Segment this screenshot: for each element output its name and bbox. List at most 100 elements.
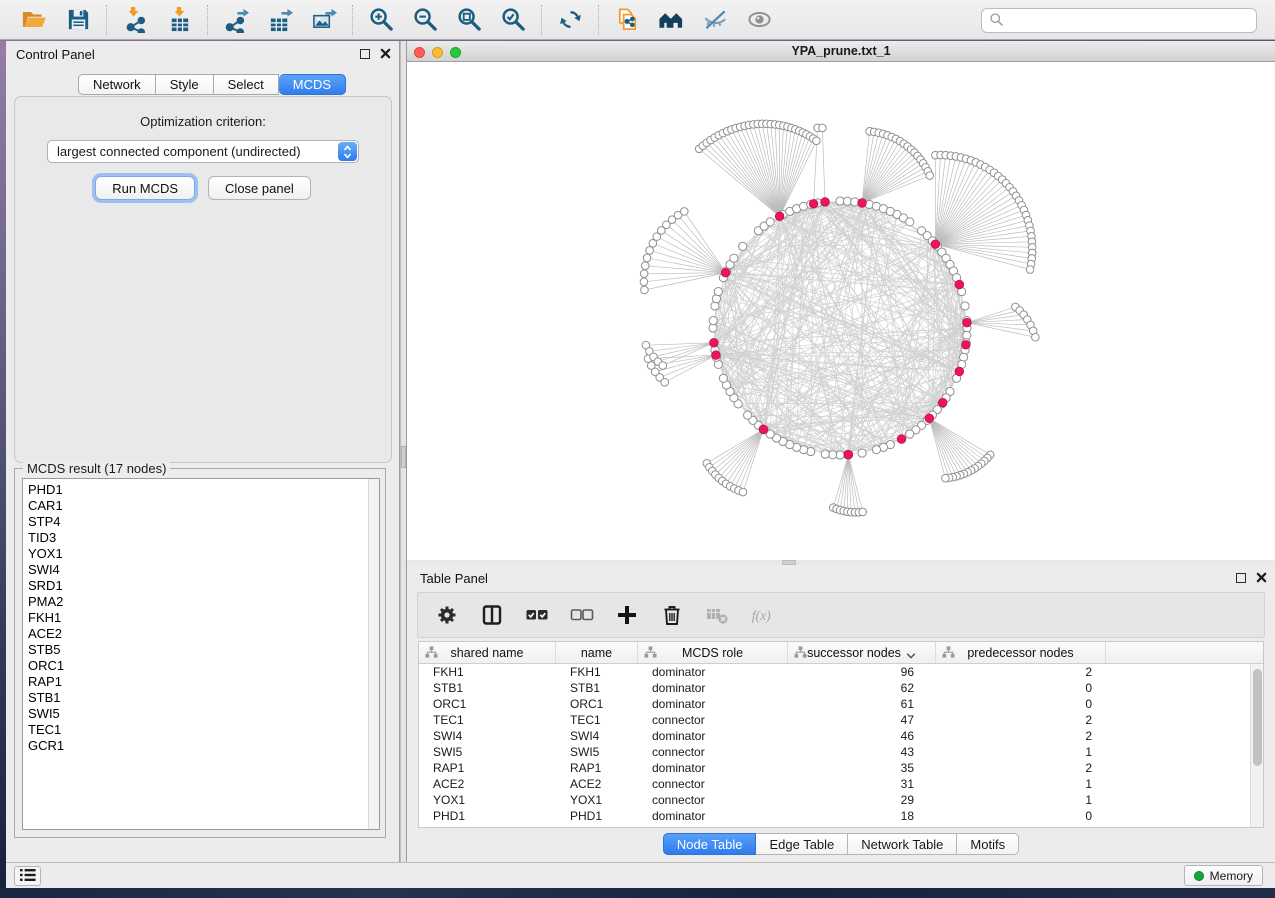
table-row[interactable]: ORC1ORC1dominator610: [419, 696, 1263, 712]
export-image-icon[interactable]: [306, 4, 342, 36]
table-cell: dominator: [638, 760, 788, 776]
mcds-result-item[interactable]: SWI5: [28, 706, 379, 722]
mcds-list-scrollbar[interactable]: [368, 479, 379, 829]
close-panel-button[interactable]: Close panel: [208, 176, 311, 200]
table-cell: 18: [788, 808, 936, 824]
hide-selected-icon[interactable]: [697, 4, 733, 36]
deselect-all-icon[interactable]: [567, 600, 597, 630]
run-mcds-button[interactable]: Run MCDS: [95, 176, 195, 200]
table-row[interactable]: YOX1YOX1connector291: [419, 792, 1263, 808]
mcds-options-card: Optimization criterion: largest connecte…: [14, 96, 392, 463]
column-header-MCDS-role[interactable]: MCDS role: [638, 642, 788, 663]
table-cell: 1: [936, 776, 1106, 792]
table-cell: STB1: [419, 680, 556, 696]
tab-select[interactable]: Select: [214, 74, 279, 95]
mcds-result-item[interactable]: FKH1: [28, 610, 379, 626]
list-icon: [20, 868, 36, 885]
mcds-result-item[interactable]: SRD1: [28, 578, 379, 594]
tab-style[interactable]: Style: [156, 74, 214, 95]
optimization-criterion-select[interactable]: largest connected component (undirected): [47, 140, 359, 163]
zoom-selected-icon[interactable]: [495, 4, 531, 36]
mcds-result-item[interactable]: CAR1: [28, 498, 379, 514]
tab-mcds[interactable]: MCDS: [279, 74, 346, 95]
mcds-result-item[interactable]: STB1: [28, 690, 379, 706]
search-box[interactable]: [981, 8, 1257, 33]
zoom-fit-icon[interactable]: [451, 4, 487, 36]
mcds-result-item[interactable]: ORC1: [28, 658, 379, 674]
vertical-splitter-handle[interactable]: [401, 446, 406, 468]
search-icon: [989, 12, 1004, 30]
column-header-shared-name[interactable]: shared name: [419, 642, 556, 663]
search-input[interactable]: [1004, 11, 1256, 31]
table-cell: connector: [638, 792, 788, 808]
node-table-scrollbar[interactable]: [1250, 664, 1263, 827]
refresh-view-icon[interactable]: [552, 4, 588, 36]
mcds-result-item[interactable]: STP4: [28, 514, 379, 530]
table-cell: PHD1: [419, 808, 556, 824]
mcds-result-item[interactable]: PMA2: [28, 594, 379, 610]
table-cell: 43: [788, 744, 936, 760]
table-row[interactable]: PHD1PHD1dominator180: [419, 808, 1263, 824]
mcds-result-item[interactable]: TID3: [28, 530, 379, 546]
network-from-selection-icon[interactable]: [609, 4, 645, 36]
tab-node-table[interactable]: Node Table: [663, 833, 757, 855]
delete-row-icon[interactable]: [657, 600, 687, 630]
export-network-icon[interactable]: [218, 4, 254, 36]
float-table-panel-icon[interactable]: [1236, 573, 1246, 583]
mcds-result-item[interactable]: TEC1: [28, 722, 379, 738]
tab-network-table[interactable]: Network Table: [848, 833, 957, 855]
network-canvas[interactable]: [407, 62, 1275, 560]
network-window-titlebar[interactable]: YPA_prune.txt_1: [407, 41, 1275, 62]
close-table-panel-icon[interactable]: [1256, 572, 1267, 583]
table-row[interactable]: SWI4SWI4dominator462: [419, 728, 1263, 744]
table-row[interactable]: FKH1FKH1dominator962: [419, 664, 1263, 680]
settings-icon[interactable]: [432, 600, 462, 630]
mcds-result-item[interactable]: PHD1: [28, 482, 379, 498]
mcds-result-list[interactable]: PHD1CAR1STP4TID3YOX1SWI4SRD1PMA2FKH1ACE2…: [22, 478, 380, 830]
table-cell: PHD1: [556, 808, 638, 824]
export-table-icon[interactable]: [262, 4, 298, 36]
table-cell: ORC1: [419, 696, 556, 712]
mcds-result-item[interactable]: YOX1: [28, 546, 379, 562]
node-table-scrollbar-thumb[interactable]: [1253, 669, 1262, 766]
import-network-icon[interactable]: [117, 4, 153, 36]
table-row[interactable]: ACE2ACE2connector311: [419, 776, 1263, 792]
float-panel-icon[interactable]: [360, 49, 370, 59]
column-header-predecessor-nodes[interactable]: predecessor nodes: [936, 642, 1106, 663]
column-header-name[interactable]: name: [556, 642, 638, 663]
memory-button[interactable]: Memory: [1184, 865, 1263, 886]
optimization-criterion-label: Optimization criterion:: [15, 114, 391, 129]
zoom-out-icon[interactable]: [407, 4, 443, 36]
save-session-icon[interactable]: [60, 4, 96, 36]
zoom-in-icon[interactable]: [363, 4, 399, 36]
mcds-result-item[interactable]: SWI4: [28, 562, 379, 578]
column-header-successor-nodes[interactable]: successor nodes: [788, 642, 936, 663]
open-file-icon[interactable]: [16, 4, 52, 36]
task-history-button[interactable]: [14, 866, 41, 886]
show-columns-icon[interactable]: [477, 600, 507, 630]
control-panel-title: Control Panel: [16, 47, 95, 62]
add-row-icon[interactable]: [612, 600, 642, 630]
table-row[interactable]: TEC1TEC1connector472: [419, 712, 1263, 728]
vertical-splitter[interactable]: [400, 41, 407, 862]
mcds-result-item[interactable]: RAP1: [28, 674, 379, 690]
table-row[interactable]: STB1STB1dominator620: [419, 680, 1263, 696]
table-cell: [1106, 808, 1263, 824]
table-cell: [1106, 776, 1263, 792]
tab-motifs[interactable]: Motifs: [957, 833, 1019, 855]
tab-network[interactable]: Network: [78, 74, 156, 95]
first-neighbors-icon[interactable]: [653, 4, 689, 36]
mcds-result-item[interactable]: GCR1: [28, 738, 379, 754]
close-panel-icon[interactable]: [380, 48, 391, 59]
mcds-result-item[interactable]: ACE2: [28, 626, 379, 642]
mcds-result-item[interactable]: STB5: [28, 642, 379, 658]
import-table-icon[interactable]: [161, 4, 197, 36]
select-all-icon[interactable]: [522, 600, 552, 630]
table-row[interactable]: RAP1RAP1dominator352: [419, 760, 1263, 776]
function-builder-icon: f(x): [747, 600, 777, 630]
table-row[interactable]: SWI5SWI5connector431: [419, 744, 1263, 760]
tab-edge-table[interactable]: Edge Table: [756, 833, 848, 855]
table-cell: TEC1: [556, 712, 638, 728]
table-cell: 1: [936, 792, 1106, 808]
show-all-icon[interactable]: [741, 4, 777, 36]
